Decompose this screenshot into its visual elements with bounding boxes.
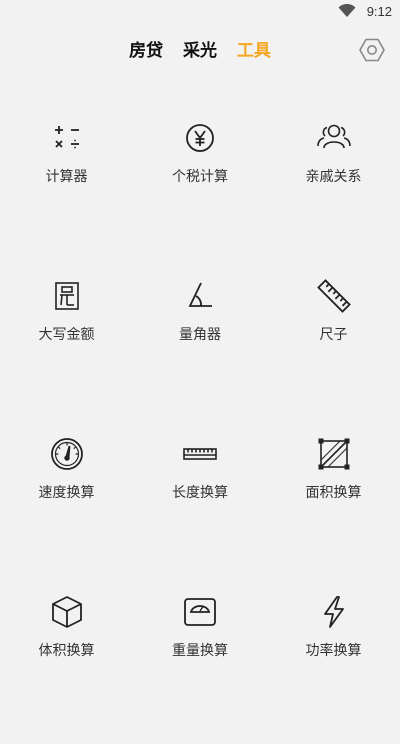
protractor-icon	[188, 282, 212, 307]
scale-icon	[184, 598, 216, 626]
people-icon	[316, 124, 351, 149]
header: 房贷 采光 工具	[0, 28, 400, 72]
cube-icon	[51, 596, 82, 628]
speedometer-icon	[50, 438, 83, 470]
yuan-coin-icon	[186, 124, 214, 152]
tool-income-tax[interactable]: 个税计算	[133, 112, 267, 270]
tool-label: 重量换算	[172, 643, 228, 659]
tab-mortgage[interactable]: 房贷	[129, 36, 163, 61]
tool-label: 大写金额	[38, 327, 95, 343]
tool-label: 计算器	[45, 169, 88, 185]
wifi-icon	[338, 4, 356, 17]
tool-label: 面积换算	[305, 485, 362, 501]
tool-weight-conversion[interactable]: 重量换算	[133, 586, 267, 744]
calculator-icon	[54, 126, 79, 149]
tab-bar: 房贷 采光 工具	[0, 36, 400, 61]
tool-relatives[interactable]: 亲戚关系	[267, 112, 400, 270]
tool-capital-amount[interactable]: 大写金额	[0, 270, 133, 428]
tool-protractor[interactable]: 量角器	[133, 270, 267, 428]
status-bar: 9:12	[0, 0, 400, 24]
tab-lighting[interactable]: 采光	[183, 36, 217, 61]
tool-power-conversion[interactable]: 功率换算	[267, 586, 400, 744]
tool-label: 量角器	[179, 327, 221, 343]
tool-label: 个税计算	[172, 169, 228, 185]
yuan-character-icon	[54, 282, 79, 310]
tool-calculator[interactable]: 计算器	[0, 112, 133, 270]
ruler-icon	[316, 279, 351, 313]
tab-tools[interactable]: 工具	[237, 36, 271, 61]
tape-measure-icon	[183, 448, 217, 460]
area-icon	[318, 438, 349, 470]
tool-label: 长度换算	[172, 485, 228, 501]
tool-label: 尺子	[319, 327, 348, 343]
tool-area-conversion[interactable]: 面积换算	[267, 428, 400, 586]
status-time: 9:12	[366, 4, 392, 19]
lightning-icon	[323, 596, 344, 628]
tool-label: 亲戚关系	[305, 169, 362, 185]
tool-label: 体积换算	[38, 643, 95, 659]
hexagon-settings-icon[interactable]	[358, 36, 386, 64]
tool-label: 功率换算	[305, 643, 362, 659]
tool-length-conversion[interactable]: 长度换算	[133, 428, 267, 586]
tool-volume-conversion[interactable]: 体积换算	[0, 586, 133, 744]
tool-ruler[interactable]: 尺子	[267, 270, 400, 428]
tool-label: 速度换算	[38, 485, 95, 501]
tool-speed-conversion[interactable]: 速度换算	[0, 428, 133, 586]
tools-grid: 计算器 个税计算 亲戚关系 大写金额 量角器 尺子 速度换算 长度换算 面积换算…	[0, 112, 400, 744]
